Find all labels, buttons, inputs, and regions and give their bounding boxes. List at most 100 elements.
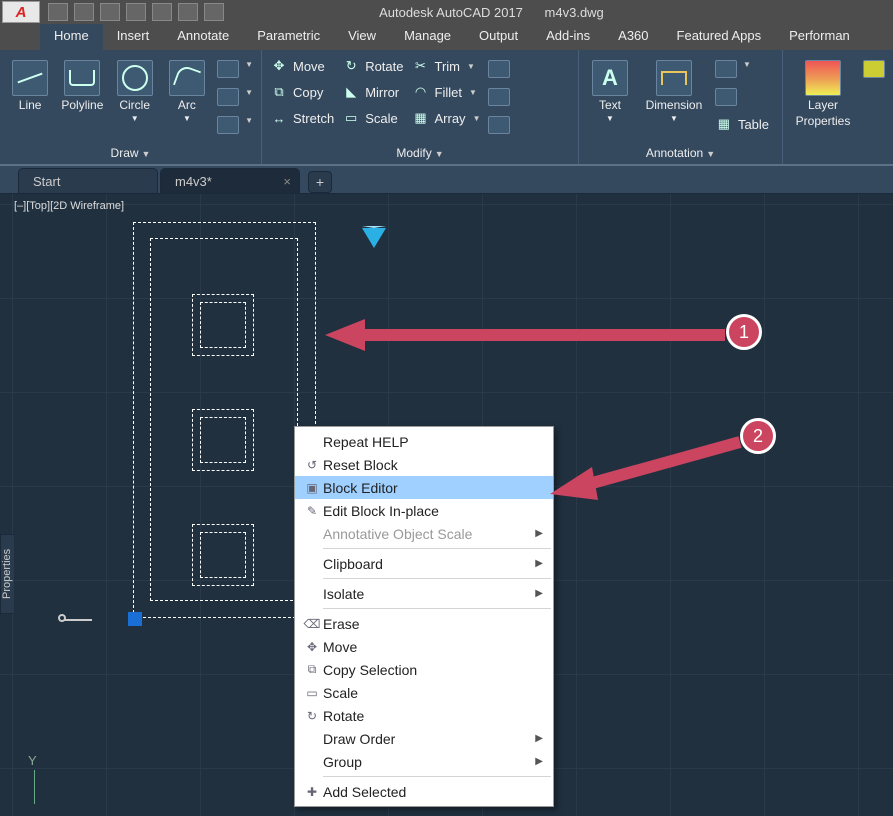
menu-item-group[interactable]: Group▶: [295, 750, 553, 773]
menu-separator: [323, 608, 551, 609]
qat-save-icon[interactable]: [100, 3, 120, 21]
menu-item-label: Copy Selection: [323, 662, 417, 678]
submenu-arrow-icon: ▶: [535, 756, 543, 767]
tab-home[interactable]: Home: [40, 24, 103, 50]
tab-addins[interactable]: Add-ins: [532, 24, 604, 50]
chevron-down-icon[interactable]: ▼: [469, 88, 477, 97]
close-icon[interactable]: ×: [283, 174, 291, 189]
line-label: Line: [19, 98, 42, 112]
array-button[interactable]: ▦Array▼: [412, 110, 481, 126]
mirror-button[interactable]: ◣Mirror: [342, 84, 403, 100]
circle-label: Circle: [119, 98, 150, 112]
menu-item-label: Reset Block: [323, 457, 398, 473]
rectangle-icon[interactable]: [217, 60, 239, 78]
menu-item-rotate[interactable]: ↻Rotate: [295, 704, 553, 727]
chevron-down-icon[interactable]: ▼: [670, 114, 678, 123]
chevron-down-icon[interactable]: ▼: [183, 114, 191, 123]
menu-item-label: Block Editor: [323, 480, 398, 496]
menu-item-draw-order[interactable]: Draw Order▶: [295, 727, 553, 750]
trim-button[interactable]: ✂Trim▼: [412, 58, 481, 74]
menu-item-erase[interactable]: ⌫Erase: [295, 612, 553, 635]
new-tab-button[interactable]: +: [308, 171, 332, 193]
qat-saveas-icon[interactable]: [126, 3, 146, 21]
menu-item-edit-block-in-place[interactable]: ✎Edit Block In-place: [295, 499, 553, 522]
polyline-button[interactable]: Polyline: [60, 54, 104, 112]
scale-button[interactable]: ▭Scale: [342, 110, 403, 126]
leader-icon[interactable]: [715, 60, 737, 78]
mirror-icon: ◣: [342, 84, 360, 100]
panel-modify-title[interactable]: Modify▼: [262, 144, 578, 164]
line-button[interactable]: Line: [8, 54, 52, 112]
arc-button[interactable]: Arc▼: [165, 54, 209, 123]
modify-extra3-icon[interactable]: [488, 116, 510, 134]
chevron-down-icon[interactable]: ▼: [131, 114, 139, 123]
qat-plot-icon[interactable]: [152, 3, 172, 21]
text-label: Text: [599, 98, 621, 112]
text-button[interactable]: A Text▼: [587, 54, 633, 123]
tab-output[interactable]: Output: [465, 24, 532, 50]
panel-draw-title[interactable]: Draw▼: [0, 144, 261, 164]
modify-extra1-icon[interactable]: [488, 60, 510, 78]
dimension-button[interactable]: Dimension▼: [641, 54, 707, 123]
chevron-down-icon[interactable]: ▼: [743, 60, 751, 78]
menu-item-clipboard[interactable]: Clipboard▶: [295, 552, 553, 575]
properties-label: Properties: [796, 114, 851, 128]
qat-undo-icon[interactable]: [178, 3, 198, 21]
tab-a360[interactable]: A360: [604, 24, 662, 50]
qat-open-icon[interactable]: [74, 3, 94, 21]
layers-icon: [805, 60, 841, 96]
stretch-button[interactable]: ↔Stretch: [270, 110, 334, 126]
move-icon: ✥: [270, 58, 288, 74]
qat-redo-icon[interactable]: [204, 3, 224, 21]
bulb-icon[interactable]: [863, 60, 885, 78]
menu-item-label: Clipboard: [323, 556, 383, 572]
rotate-button[interactable]: ↻Rotate: [342, 58, 403, 74]
menu-item-label: Edit Block In-place: [323, 503, 439, 519]
layer-properties-button[interactable]: Layer Properties: [791, 54, 855, 128]
filetab-start[interactable]: Start: [18, 168, 158, 193]
ellipse-icon[interactable]: [217, 88, 239, 106]
circle-button[interactable]: Circle ▼: [113, 54, 157, 123]
chevron-down-icon[interactable]: ▼: [245, 60, 253, 78]
move-button[interactable]: ✥Move: [270, 58, 334, 74]
tab-manage[interactable]: Manage: [390, 24, 465, 50]
tab-annotate[interactable]: Annotate: [163, 24, 243, 50]
tab-performance[interactable]: Performan: [775, 24, 864, 50]
copy-button[interactable]: ⧉Copy: [270, 84, 334, 100]
hatch-icon[interactable]: [217, 116, 239, 134]
modify-extra2-icon[interactable]: [488, 88, 510, 106]
panel-annotation: A Text▼ Dimension▼ ▼ ▦Table Annotation▼: [579, 50, 783, 164]
tab-featured[interactable]: Featured Apps: [663, 24, 776, 50]
qat-new-icon[interactable]: [48, 3, 68, 21]
panel-annotation-title[interactable]: Annotation▼: [579, 144, 782, 164]
menu-item-icon: ⌫: [301, 617, 323, 631]
table-button[interactable]: ▦Table: [715, 116, 769, 132]
chevron-down-icon[interactable]: ▼: [606, 114, 614, 123]
viewport-controls[interactable]: [–][Top][2D Wireframe]: [14, 200, 124, 212]
copy-icon: ⧉: [270, 84, 288, 100]
menu-item-copy-selection[interactable]: ⧉Copy Selection: [295, 658, 553, 681]
menu-item-reset-block[interactable]: ↺Reset Block: [295, 453, 553, 476]
selection-grip[interactable]: [128, 612, 142, 626]
properties-palette-tab[interactable]: Properties: [0, 534, 14, 614]
filetab-active[interactable]: m4v3*×: [160, 168, 300, 193]
menu-item-block-editor[interactable]: ▣Block Editor: [295, 476, 553, 499]
menu-item-repeat-help[interactable]: Repeat HELP: [295, 430, 553, 453]
chevron-down-icon[interactable]: ▼: [473, 114, 481, 123]
fillet-button[interactable]: ◠Fillet▼: [412, 84, 481, 100]
chevron-down-icon[interactable]: ▼: [245, 88, 253, 106]
menu-item-add-selected[interactable]: ✚Add Selected: [295, 780, 553, 803]
anno-extra-icon[interactable]: [715, 88, 737, 106]
window-title: Autodesk AutoCAD 2017 m4v3.dwg: [379, 5, 604, 20]
menu-item-move[interactable]: ✥Move: [295, 635, 553, 658]
tab-parametric[interactable]: Parametric: [243, 24, 334, 50]
tab-insert[interactable]: Insert: [103, 24, 164, 50]
menu-item-icon: ⧉: [301, 662, 323, 677]
chevron-down-icon[interactable]: ▼: [245, 116, 253, 134]
tab-view[interactable]: View: [334, 24, 390, 50]
menu-item-scale[interactable]: ▭Scale: [295, 681, 553, 704]
menu-item-label: Erase: [323, 616, 360, 632]
app-logo[interactable]: A: [2, 1, 40, 23]
menu-item-isolate[interactable]: Isolate▶: [295, 582, 553, 605]
chevron-down-icon[interactable]: ▼: [467, 62, 475, 71]
